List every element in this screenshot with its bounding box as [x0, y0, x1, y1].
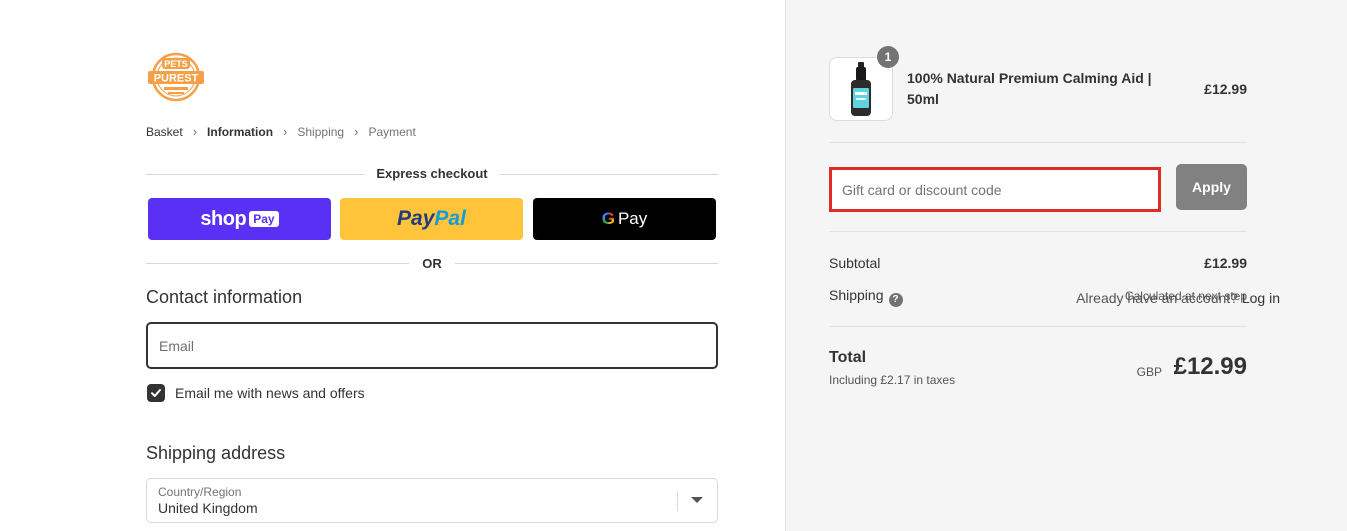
currency-code: GBP [1136, 365, 1162, 379]
google-g-icon: G [601, 209, 615, 228]
summary-divider [829, 326, 1247, 327]
divider-line [455, 263, 718, 264]
select-divider [677, 491, 678, 511]
divider-line [499, 174, 718, 175]
google-pay-button[interactable]: G Pay [533, 198, 716, 240]
subtotal-value: £12.99 [1204, 255, 1247, 271]
check-icon [151, 389, 161, 397]
paypal-wordmark-pal: Pal [434, 207, 466, 230]
subtotal-label: Subtotal [829, 255, 881, 271]
logo-graphic: PETS PUREST [148, 52, 204, 102]
shipping-value: Calculated at next step [1124, 289, 1247, 303]
country-region-label: Country/Region [158, 485, 242, 499]
paypal-wordmark-pay: Pay [397, 207, 435, 230]
chevron-right-icon: › [192, 124, 198, 139]
login-link[interactable]: Log in [1242, 290, 1280, 306]
paypal-button[interactable]: Pay Pal [340, 198, 523, 240]
help-icon[interactable]: ? [888, 292, 903, 307]
tax-note: Including £2.17 in taxes [829, 373, 956, 387]
product-name: 100% Natural Premium Calming Aid | 50ml [907, 70, 1152, 107]
chevron-right-icon: › [354, 124, 359, 139]
breadcrumb-basket[interactable]: Basket [146, 125, 183, 139]
chevron-down-icon [691, 497, 703, 503]
breadcrumb: Basket › Information › Shipping › Paymen… [146, 124, 416, 139]
google-pay-label: Pay [617, 209, 648, 228]
breadcrumb-shipping: Shipping [297, 124, 345, 139]
shop-pay-wordmark: shop [200, 207, 247, 230]
store-logo[interactable]: PETS PUREST [146, 52, 206, 102]
chevron-right-icon: › [283, 124, 288, 139]
summary-divider [829, 142, 1247, 143]
breadcrumb-payment: Payment [368, 124, 416, 139]
apply-discount-button[interactable]: Apply [1176, 164, 1247, 210]
shipping-row: Shipping? [829, 287, 903, 307]
svg-text:PUREST: PUREST [154, 73, 199, 85]
breadcrumb-information: Information [207, 124, 274, 139]
quantity-badge: 1 [877, 46, 899, 68]
product-price: £12.99 [1204, 81, 1247, 97]
product-image [851, 62, 871, 116]
discount-code-field[interactable] [829, 167, 1161, 212]
email-field[interactable] [146, 322, 718, 369]
contact-information-heading: Contact information [146, 287, 303, 307]
shipping-label: Shipping [829, 287, 884, 303]
country-region-value: United Kingdom [158, 500, 258, 516]
total-value: £12.99 [1173, 353, 1247, 380]
summary-divider [829, 231, 1247, 232]
newsletter-checkbox[interactable] [147, 384, 165, 402]
shop-pay-button[interactable]: shop Pay [148, 198, 331, 240]
or-divider: OR [146, 256, 718, 272]
express-checkout-header: Express checkout [146, 166, 718, 184]
shop-pay-badge: Pay [249, 211, 279, 227]
country-region-select[interactable]: Country/Region United Kingdom [146, 478, 718, 523]
google-pay-wordmark: G Pay [602, 209, 648, 229]
newsletter-label: Email me with news and offers [175, 385, 365, 401]
newsletter-option: Email me with news and offers [147, 384, 365, 402]
total-label: Total [829, 349, 867, 366]
svg-text:PETS: PETS [164, 59, 188, 69]
shipping-address-heading: Shipping address [146, 443, 286, 463]
